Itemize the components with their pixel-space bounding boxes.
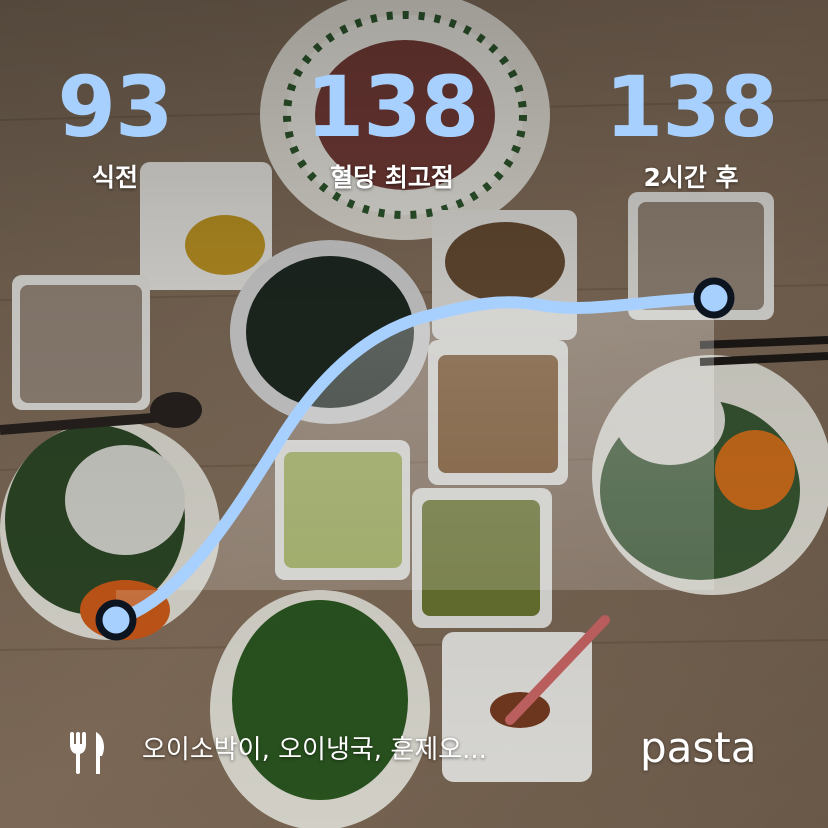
two-hours-after-value: 138: [604, 58, 778, 156]
before-meal-label: 식전: [91, 163, 138, 192]
glucose-peak-value: 138: [305, 58, 479, 156]
before-meal-value: 93: [57, 58, 174, 156]
meal-description: 오이소박이, 오이냉국, 훈제오...: [142, 735, 487, 765]
stat-two-hours-after: 138 2시간 후: [581, 62, 801, 194]
stat-glucose-peak: 138 혈당 최고점: [282, 62, 502, 194]
glucose-peak-label: 혈당 최고점: [330, 163, 454, 192]
start-point-marker: [95, 599, 137, 641]
fork-knife-icon: [70, 732, 104, 774]
two-hours-after-label: 2시간 후: [643, 163, 739, 192]
meal-footer: 오이소박이, 오이냉국, 훈제오... pasta: [0, 718, 828, 788]
glucose-area-fill: [116, 298, 714, 620]
brand-logo: pasta: [640, 723, 757, 772]
end-point-marker: [693, 277, 735, 319]
stat-before-meal: 93 식전: [5, 62, 225, 194]
